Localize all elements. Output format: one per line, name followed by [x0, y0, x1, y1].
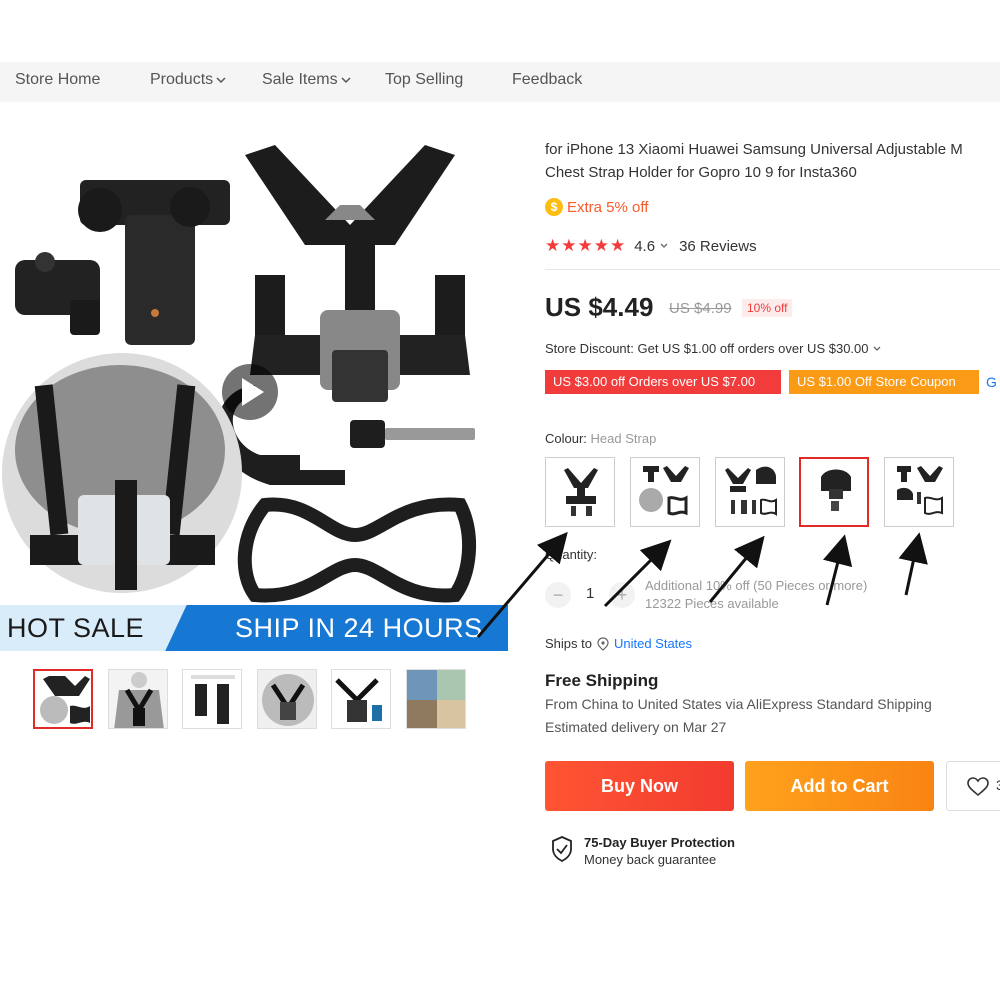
quantity-increase-button[interactable]: + — [609, 582, 635, 608]
nav-label: Products — [150, 71, 214, 88]
nav-label: Top Selling — [385, 71, 464, 88]
nav-products[interactable]: Products — [150, 62, 226, 102]
chevron-down-icon — [873, 346, 881, 351]
stock-available-text: 12322 Pieces available — [645, 596, 779, 611]
swatch-chest-strap[interactable] — [545, 457, 615, 527]
swatch-image — [564, 468, 598, 516]
quantity-value[interactable]: 1 — [586, 585, 594, 602]
extra-discount-label: Extra 5% off — [567, 198, 649, 216]
heart-icon — [967, 777, 989, 797]
get-coupons-link[interactable]: G — [986, 374, 997, 390]
chevron-down-icon — [660, 243, 668, 248]
rating-value[interactable]: 4.6 — [634, 238, 655, 255]
original-price: US $4.99 — [669, 300, 732, 317]
nav-store-home[interactable]: Store Home — [15, 62, 100, 102]
current-price: US $4.49 — [545, 292, 654, 322]
rating-row: ★★★★★ 4.6 36 Reviews — [545, 236, 757, 256]
colour-label-text: Colour: — [545, 431, 587, 446]
thumbnail-image — [183, 670, 241, 728]
nav-label: Feedback — [512, 71, 583, 88]
thumbnail-5[interactable] — [331, 669, 391, 729]
ships-to-label: Ships to — [545, 636, 592, 651]
store-discount[interactable]: Store Discount: Get US $1.00 off orders … — [545, 341, 882, 356]
thumbnail-image — [109, 670, 167, 728]
swatch-full-kit[interactable] — [630, 457, 700, 527]
title-line: Chest Strap Holder for Gopro 10 9 for In… — [545, 164, 857, 181]
reviews-link[interactable]: 36 Reviews — [679, 238, 757, 255]
title-line: for iPhone 13 Xiaomi Huawei Samsung Univ… — [545, 141, 963, 158]
swatch-image — [897, 466, 943, 515]
wishlist-button[interactable] — [946, 761, 1000, 811]
colour-value: Head Strap — [590, 431, 657, 446]
swatch-accessory-kit[interactable] — [884, 457, 954, 527]
store-discount-label: Store Discount: Get US $1.00 off orders … — [545, 341, 869, 356]
divider — [545, 269, 1000, 270]
swatch-head-strap[interactable] — [799, 457, 869, 527]
ships-to-country[interactable]: United States — [614, 636, 692, 651]
quantity-info: Additional 10% off (50 Pieces or more) 1… — [645, 577, 867, 613]
thumbnail-4[interactable] — [257, 669, 317, 729]
location-pin-icon — [597, 636, 609, 651]
discount-badge: 10% off — [742, 299, 793, 317]
thumbnail-3[interactable] — [182, 669, 242, 729]
coin-icon: $ — [545, 198, 563, 216]
thumbnail-image — [332, 670, 390, 728]
add-to-cart-button[interactable]: Add to Cart — [745, 761, 934, 811]
coupon-store[interactable]: US $1.00 Off Store Coupon — [789, 370, 979, 394]
quantity-decrease-button[interactable]: − — [545, 582, 571, 608]
banner-hot-sale: HOT SALE — [7, 613, 145, 643]
chevron-down-icon — [341, 77, 351, 83]
swatch-image — [639, 466, 689, 516]
quantity-label: Quantity: — [545, 547, 598, 562]
nav-top-selling[interactable]: Top Selling — [385, 62, 463, 102]
nav-sale-items[interactable]: Sale Items — [262, 62, 351, 102]
banner-ship-24h: SHIP IN 24 HOURS — [235, 613, 483, 643]
store-nav: Store Home Products Sale Items Top Selli… — [0, 62, 1000, 102]
swatch-chest-head-kit[interactable] — [715, 457, 785, 527]
arrow-5 — [898, 532, 928, 596]
colour-label: Colour: Head Strap — [545, 431, 656, 446]
thumbnail-image — [258, 670, 316, 728]
buy-now-button[interactable]: Buy Now — [545, 761, 734, 811]
wishlist-count: 3 — [996, 777, 1000, 793]
thumbnail-2[interactable] — [108, 669, 168, 729]
protection-title: 75-Day Buyer Protection — [584, 835, 735, 850]
shield-check-icon — [552, 836, 572, 863]
swatch-image — [725, 466, 777, 516]
product-title: for iPhone 13 Xiaomi Huawei Samsung Univ… — [545, 138, 1000, 184]
buyer-protection: 75-Day Buyer Protection Money back guara… — [550, 835, 735, 867]
main-product-image[interactable] — [0, 135, 510, 655]
extra-discount: $ Extra 5% off — [545, 198, 648, 216]
bulk-discount-text: Additional 10% off (50 Pieces or more) — [645, 578, 868, 593]
coupon-orders[interactable]: US $3.00 off Orders over US $7.00 — [545, 370, 781, 394]
thumbnail-image — [35, 671, 91, 727]
protection-subtitle: Money back guarantee — [584, 852, 717, 867]
thumbnail-6[interactable] — [406, 669, 466, 729]
shipping-route: From China to United States via AliExpre… — [545, 696, 932, 712]
estimated-delivery: Estimated delivery on Mar 27 — [545, 719, 727, 735]
thumbnail-1[interactable] — [33, 669, 93, 729]
nav-label: Sale Items — [262, 71, 338, 88]
swatch-image — [821, 469, 851, 511]
promo-banner: HOT SALE SHIP IN 24 HOURS — [0, 605, 508, 651]
ships-to: Ships to United States — [545, 636, 692, 651]
chevron-down-icon — [216, 77, 226, 83]
nav-label: Store Home — [15, 71, 101, 88]
nav-feedback[interactable]: Feedback — [512, 62, 582, 102]
free-shipping-title: Free Shipping — [545, 671, 659, 690]
thumbnail-image — [407, 670, 465, 728]
rating-stars: ★★★★★ — [545, 236, 627, 255]
